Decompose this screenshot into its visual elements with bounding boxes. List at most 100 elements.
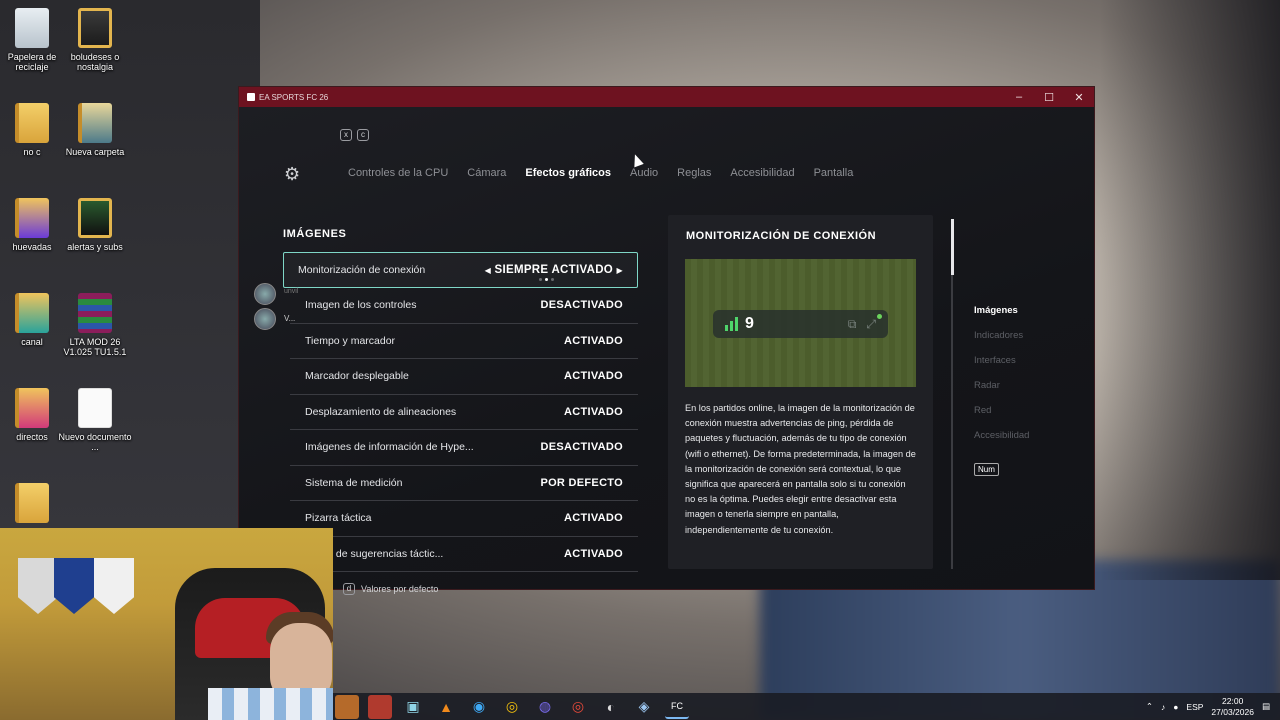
section-title: IMÁGENES (283, 228, 347, 240)
setting-row[interactable]: Tiempo y marcador ACTIVADO (290, 324, 638, 359)
tab-display[interactable]: Pantalla (814, 167, 854, 179)
setting-label: Marcador desplegable (305, 370, 409, 383)
setting-label: Sistema de medición (305, 476, 403, 489)
obs-icon[interactable]: ◐ (599, 695, 623, 719)
setting-row[interactable]: ...ción de sugerencias táctic... ACTIVAD… (290, 537, 638, 572)
clock-time: 22:00 (1222, 695, 1244, 706)
desktop-icon-label: boludeses o nostalgia (70, 52, 120, 72)
setting-label: Imagen de los controles (305, 299, 417, 312)
desktop-icon-folder[interactable] (0, 483, 70, 527)
setting-row[interactable]: Pizarra táctica ACTIVADO (290, 501, 638, 537)
setting-row[interactable]: Sistema de medición POR DEFECTO (290, 466, 638, 501)
chevron-up-icon[interactable]: ⌃ (1146, 701, 1153, 712)
setting-label: Desplazamiento de alineaciones (305, 405, 457, 418)
arrow-right-icon[interactable]: ▶ (617, 266, 623, 275)
clock[interactable]: 22:00 27/03/2026 (1211, 696, 1254, 718)
setting-value: ACTIVADO (563, 547, 623, 560)
desktop-icon-label: huevadas (12, 242, 52, 252)
side-nav-item-interfaces[interactable]: Interfaces (974, 355, 1029, 366)
taskbar-app-icon[interactable] (335, 694, 359, 719)
side-nav-item-images[interactable]: Imágenes (974, 305, 1029, 316)
discord-icon[interactable]: ◍ (533, 695, 557, 719)
app-icon (247, 93, 255, 101)
tab-rules[interactable]: Reglas (677, 167, 711, 179)
tab-graphic-effects[interactable]: Efectos gráficos (525, 167, 611, 179)
vlc-icon[interactable]: ▲ (434, 695, 458, 719)
connection-status-dot (877, 314, 882, 319)
document-icon (78, 388, 112, 428)
setting-value: DESACTIVADO (540, 441, 623, 454)
side-nav-item-radar[interactable]: Radar (974, 380, 1029, 391)
chrome-icon[interactable]: ◎ (500, 695, 524, 719)
game-settings-screen: ⚙ x c Controles de la CPU Cámara Efectos… (239, 107, 1094, 595)
tab-accessibility[interactable]: Accesibilidad (730, 167, 794, 179)
info-scrollbar-thumb[interactable] (951, 219, 954, 275)
desktop-icon-boludeses[interactable]: boludeses o nostalgia (57, 8, 133, 72)
fc26-icon[interactable]: FC (665, 695, 689, 719)
key-hint-reset: d (343, 583, 355, 595)
setting-label: Tiempo y marcador (305, 334, 396, 347)
folder-icon (15, 103, 49, 143)
desktop-icon-label: Nuevo documento ... (58, 432, 132, 452)
close-button[interactable]: ✕ (1064, 91, 1094, 104)
side-nav-item-network[interactable]: Red (974, 405, 1029, 416)
setting-value: SIEMPRE ACTIVADO (494, 264, 614, 276)
hud-ping-value: 9 (745, 315, 754, 332)
taskbar-app-icon[interactable] (368, 694, 392, 719)
info-title: MONITORIZACIÓN DE CONEXIÓN (686, 230, 877, 242)
notification-icon[interactable]: ▤ (1262, 701, 1270, 712)
side-nav-item-accessibility[interactable]: Accesibilidad (974, 430, 1029, 441)
info-panel: MONITORIZACIÓN DE CONEXIÓN 9 ⧉ ⤢ En los … (668, 215, 933, 569)
taskbar: ▣ ▲ ◉ ◎ ◍ ◎ ◐ ◈ FC ⌃ ♪ ● ESP 22:00 27/03… (333, 693, 1280, 720)
desktop-icon-alertas-y-subs[interactable]: alertas y subs (57, 198, 133, 252)
taskbar-app-icon[interactable]: ▣ (401, 695, 425, 719)
folder-icon (15, 388, 49, 428)
connection-preview-image: 9 ⧉ ⤢ (685, 259, 916, 387)
setting-label: Monitorización de conexión (298, 264, 426, 276)
avatar (254, 283, 276, 305)
desktop-icon-label: alertas y subs (67, 242, 123, 252)
reset-defaults-label: Valores por defecto (361, 584, 439, 594)
tab-cpu-controls[interactable]: Controles de la CPU (348, 167, 448, 179)
desktop-icon-label: canal (21, 337, 43, 347)
minimize-button[interactable]: – (1004, 91, 1034, 104)
signal-bars-icon (725, 317, 738, 331)
language-indicator[interactable]: ESP (1186, 702, 1203, 712)
setting-row[interactable]: Marcador desplegable ACTIVADO (290, 359, 638, 395)
overlay-username: V... (284, 314, 296, 323)
info-description: En los partidos online, la imagen de la … (685, 403, 916, 535)
window-titlebar[interactable]: EA SPORTS FC 26 – ☐ ✕ (239, 87, 1094, 107)
side-nav-item-indicators[interactable]: Indicadores (974, 330, 1029, 341)
desktop-icon-lta-mod[interactable]: LTA MOD 26 V1.025 TU1.5.1 (57, 293, 133, 357)
tab-audio[interactable]: Audio (630, 167, 658, 179)
folder-icon (15, 198, 49, 238)
gear-icon[interactable]: ⚙ (284, 164, 300, 185)
clock-date: 27/03/2026 (1211, 706, 1254, 717)
reset-defaults-hint[interactable]: d Valores por defecto (343, 583, 438, 595)
arrow-left-icon[interactable]: ◀ (485, 266, 491, 275)
folder-icon (15, 293, 49, 333)
setting-value: ACTIVADO (563, 405, 623, 418)
chrome-icon[interactable]: ◎ (566, 695, 590, 719)
microphone-icon[interactable]: ● (1173, 702, 1178, 712)
desktop-icon-nuevo-documento[interactable]: Nuevo documento ... (57, 388, 133, 452)
setting-row[interactable]: Desplazamiento de alineaciones ACTIVADO (290, 395, 638, 430)
setting-row-connection-monitor[interactable]: Monitorización de conexión ◀ SIEMPRE ACT… (283, 252, 638, 288)
desktop-icon-label: Nueva carpeta (65, 147, 125, 157)
game-window[interactable]: EA SPORTS FC 26 – ☐ ✕ ⚙ x c Controles de… (239, 87, 1094, 595)
speaker-icon[interactable]: ♪ (1161, 702, 1165, 712)
desktop-icon-label: directos (16, 432, 48, 442)
setting-value-selector[interactable]: ◀ SIEMPRE ACTIVADO ▶ (485, 264, 623, 276)
desktop-icon-nueva-carpeta[interactable]: Nueva carpeta (57, 103, 133, 157)
recycle-bin-icon (15, 8, 49, 48)
setting-row[interactable]: Imagen de los controles DESACTIVADO (290, 288, 638, 324)
jitter-icon: ⤢ (866, 316, 876, 331)
tab-camera[interactable]: Cámara (467, 167, 506, 179)
steam-icon[interactable]: ◈ (632, 695, 656, 719)
maximize-button[interactable]: ☐ (1034, 91, 1064, 104)
edge-icon[interactable]: ◉ (467, 695, 491, 719)
setting-row[interactable]: Imágenes de información de Hype... DESAC… (290, 430, 638, 466)
setting-value: ACTIVADO (563, 512, 623, 525)
setting-value: POR DEFECTO (540, 476, 623, 489)
overlay-username: unvil (284, 288, 299, 295)
